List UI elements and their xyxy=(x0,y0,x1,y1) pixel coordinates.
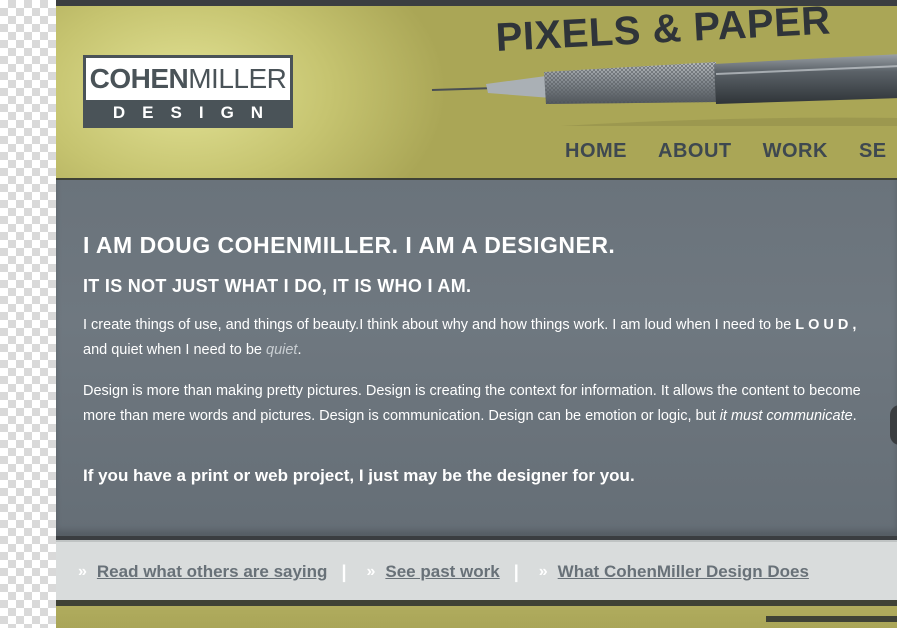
page: COHEN MILLER DESIGN PIXELS & PAPER HOME … xyxy=(56,6,897,628)
intro-paragraph-1: I create things of use, and things of be… xyxy=(83,313,883,363)
intro-section: I AM DOUG COHENMILLER. I AM A DESIGNER. … xyxy=(56,180,897,536)
chevron-icon: » xyxy=(366,563,376,580)
p1-text-start: I create things of use, and things of be… xyxy=(83,317,796,333)
side-decoration xyxy=(890,405,897,445)
link-past-work[interactable]: See past work xyxy=(385,562,499,582)
logo-design-band: DESIGN xyxy=(86,100,290,125)
chevron-icon: » xyxy=(538,563,548,580)
logo-wordmark: COHEN MILLER xyxy=(86,58,290,100)
p2-text-end: . xyxy=(852,408,857,424)
page-title: I AM DOUG COHENMILLER. I AM A DESIGNER. xyxy=(83,232,616,258)
transparent-background xyxy=(0,0,56,628)
quick-link-item: » What CohenMiller Design Does xyxy=(519,562,809,582)
nav-home[interactable]: HOME xyxy=(565,140,627,163)
call-to-action: If you have a print or web project, I ju… xyxy=(83,466,635,485)
quick-link-item: » Read what others are saying | xyxy=(56,562,346,583)
logo-word-miller: MILLER xyxy=(188,63,287,94)
footer-tab xyxy=(766,616,897,622)
p2-italic: it must communicate xyxy=(719,408,853,424)
intro-paragraph-2: Design is more than making pretty pictur… xyxy=(83,379,883,429)
footer-strip xyxy=(56,600,897,628)
p1-quiet: quiet xyxy=(266,342,298,358)
nav-services[interactable]: SE xyxy=(859,140,887,163)
site-header: COHEN MILLER DESIGN PIXELS & PAPER HOME … xyxy=(56,6,897,180)
nav-work[interactable]: WORK xyxy=(763,140,828,163)
chevron-icon: » xyxy=(78,563,87,580)
page-subtitle: IT IS NOT JUST WHAT I DO, IT IS WHO I AM… xyxy=(83,276,472,296)
logo-word-cohen: COHEN xyxy=(89,63,189,94)
p1-text-mid: and quiet when I need to be xyxy=(83,342,267,358)
nav-about[interactable]: ABOUT xyxy=(658,140,732,163)
p1-text-end: . xyxy=(297,342,302,358)
pen-icon xyxy=(431,54,897,126)
link-services[interactable]: What CohenMiller Design Does xyxy=(558,562,809,582)
quick-links-bar: » Read what others are saying | » See pa… xyxy=(56,540,897,602)
main-nav: HOME ABOUT WORK SE xyxy=(565,140,887,163)
quick-link-item: » See past work | xyxy=(346,562,518,583)
logo[interactable]: COHEN MILLER DESIGN xyxy=(83,55,293,128)
p1-loud: LOUD, xyxy=(795,317,861,333)
link-testimonials[interactable]: Read what others are saying xyxy=(97,562,328,582)
